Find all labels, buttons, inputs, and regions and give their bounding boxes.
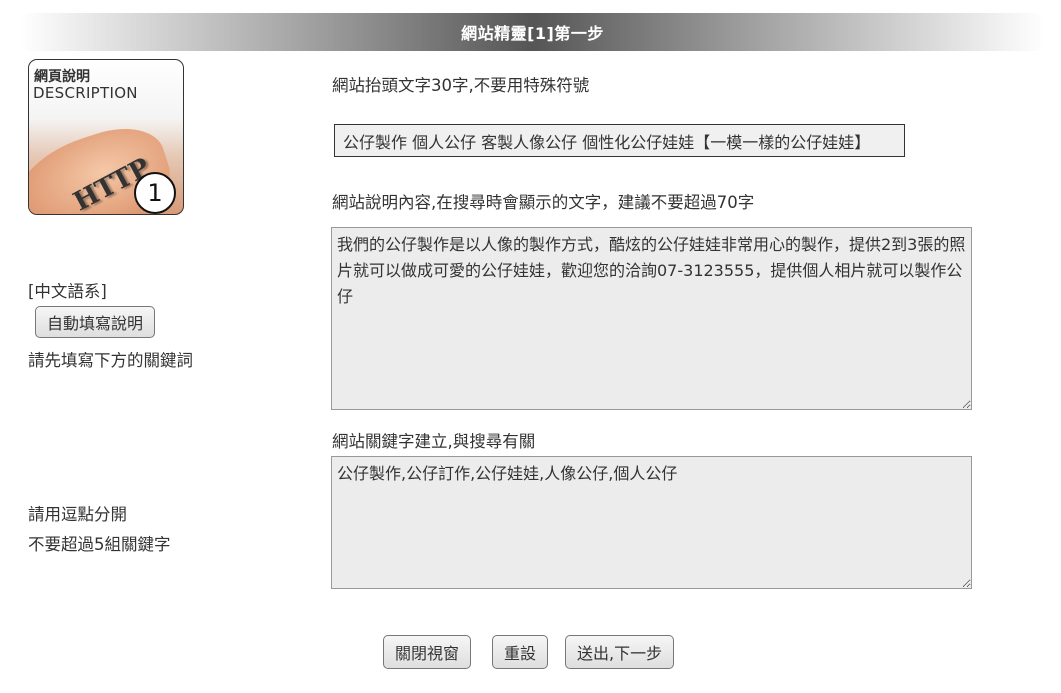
- description-label: 網站說明內容,在搜尋時會顯示的文字，建議不要超過70字: [332, 193, 755, 212]
- submit-next-button[interactable]: 送出,下一步: [565, 635, 675, 669]
- keyword-hint-limit: 不要超過5組關鍵字: [28, 535, 171, 554]
- page-title: 網站精靈[1]第一步: [461, 24, 604, 43]
- keywords-textarea[interactable]: 公仔製作,公仔訂作,公仔娃娃,人像公仔,個人公仔: [331, 456, 972, 589]
- keywords-label: 網站關鍵字建立,與搜尋有關: [332, 432, 536, 451]
- title-input[interactable]: [334, 124, 905, 157]
- title-label: 網站抬頭文字30字,不要用特殊符號: [332, 76, 590, 95]
- language-label: [中文語系]: [28, 282, 107, 301]
- header-bar: 網站精靈[1]第一步: [20, 13, 1045, 51]
- description-textarea[interactable]: 我們的公仔製作是以人像的製作方式，酷炫的公仔娃娃非常用心的製作，提供2到3張的照…: [331, 227, 972, 410]
- auto-fill-button[interactable]: 自動填寫說明: [35, 306, 156, 338]
- close-window-button[interactable]: 關閉視窗: [383, 635, 472, 669]
- logo-subtitle: DESCRIPTION: [33, 84, 138, 102]
- keyword-hint-separator: 請用逗點分開: [28, 505, 127, 524]
- reset-button[interactable]: 重設: [492, 635, 549, 669]
- step-number-icon: 1: [134, 172, 176, 214]
- auto-fill-hint: 請先填寫下方的關鍵詞: [28, 351, 193, 370]
- description-logo: 網頁說明 DESCRIPTION HTTP 1: [28, 59, 184, 215]
- logo-title: 網頁說明: [34, 69, 90, 85]
